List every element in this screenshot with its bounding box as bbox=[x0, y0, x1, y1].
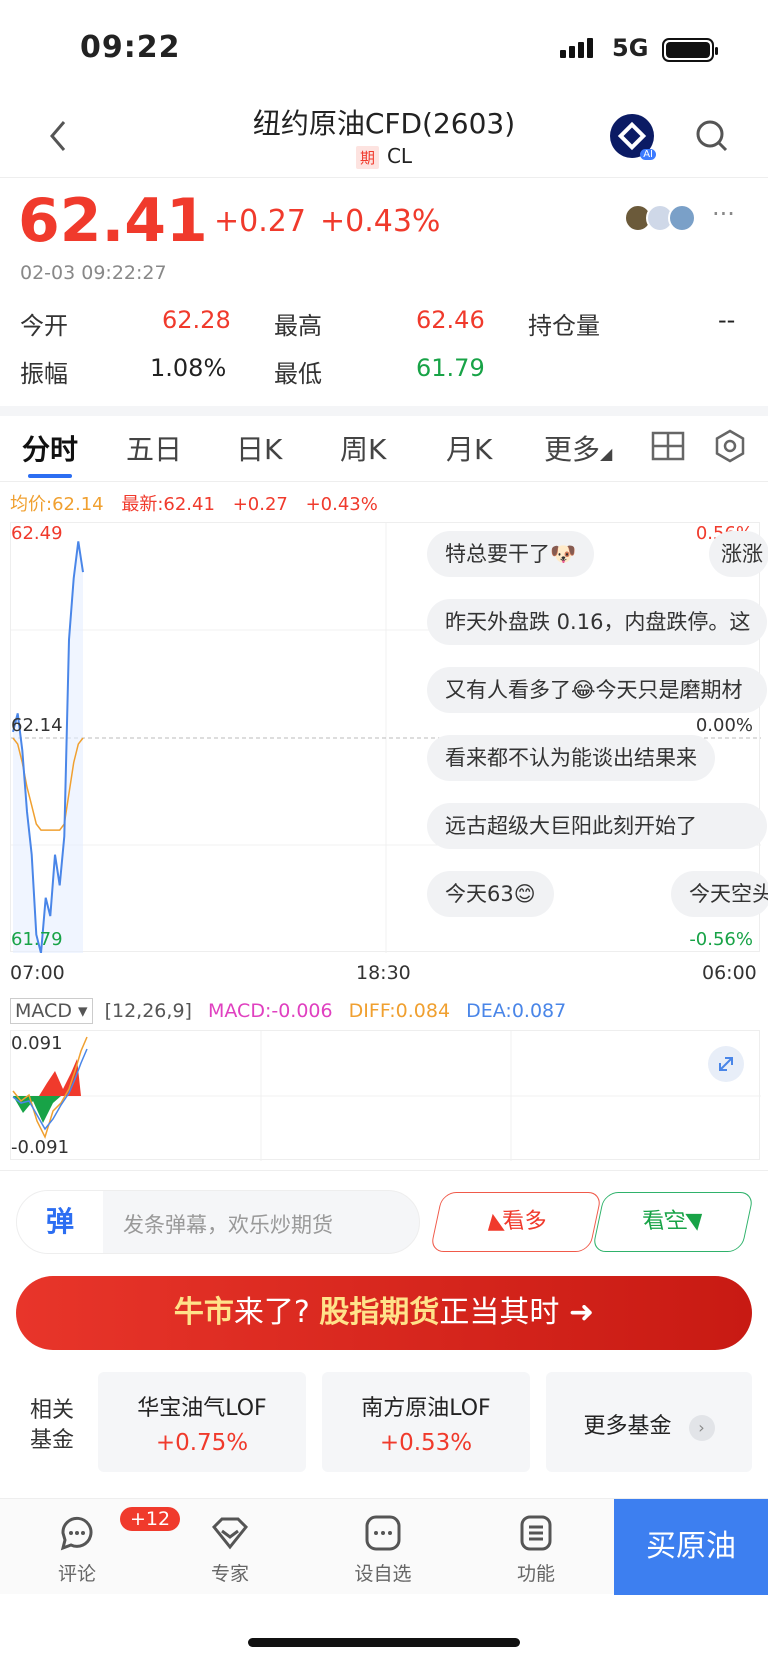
grid-layout-icon[interactable] bbox=[650, 428, 686, 464]
ai-badge: AI bbox=[640, 149, 656, 160]
status-bar: 09:22 5G bbox=[0, 0, 768, 96]
more-icon[interactable]: ··· bbox=[712, 200, 735, 228]
danmaku-bubble[interactable]: 特总要干了🐶 bbox=[427, 531, 595, 577]
bearish-button[interactable]: 看空 ▼ bbox=[591, 1192, 755, 1252]
y-axis-right-mid: 0.00% bbox=[695, 715, 753, 736]
diamond-icon bbox=[211, 1517, 249, 1550]
macd-value: MACD:-0.006 bbox=[208, 1000, 333, 1022]
banner-bull: 牛市 bbox=[173, 1295, 234, 1330]
more-funds-button[interactable]: 更多基金 › bbox=[546, 1372, 752, 1472]
avatar bbox=[668, 204, 696, 232]
y-axis-mid: 62.14 bbox=[11, 715, 63, 736]
price-change-pct: +0.43% bbox=[320, 204, 441, 239]
tab-daily-k[interactable]: 日K bbox=[236, 428, 282, 468]
danmaku-bubble[interactable]: 远古超级大巨阳此刻开始了 bbox=[427, 803, 767, 849]
latest-price: 最新:62.41 bbox=[121, 494, 215, 515]
signal-icon bbox=[560, 38, 593, 58]
danmaku-bubble[interactable]: 涨涨 bbox=[709, 531, 768, 577]
bullish-button[interactable]: ▲ 看多 bbox=[429, 1192, 603, 1252]
danmaku-placeholder: 发条弹幕，欢乐炒期货 bbox=[123, 1213, 333, 1237]
follower-avatars[interactable] bbox=[624, 204, 696, 232]
related-funds-label: 相关 基金 bbox=[30, 1398, 75, 1453]
open-value: 62.28 bbox=[162, 306, 231, 334]
dea-value: DEA:0.087 bbox=[466, 1000, 567, 1022]
status-time: 09:22 bbox=[80, 30, 181, 65]
tab-monthly-k[interactable]: 月K bbox=[446, 428, 492, 468]
low-value: 61.79 bbox=[416, 354, 485, 382]
tab-indicator bbox=[28, 474, 72, 478]
price-change: +0.27 bbox=[214, 204, 306, 239]
bottom-tabbar: 评论 +12 专家 设自选 功能 买原油 bbox=[0, 1498, 768, 1595]
quote-timestamp: 02-03 09:22:27 bbox=[20, 262, 167, 284]
search-icon[interactable] bbox=[692, 116, 732, 156]
danmaku-bubble[interactable]: 今天空头 bbox=[671, 871, 768, 917]
high-value: 62.46 bbox=[416, 306, 485, 334]
add-watchlist-icon bbox=[365, 1515, 401, 1551]
latest-change: +0.27 bbox=[232, 494, 288, 515]
battery-icon bbox=[662, 38, 718, 62]
macd-header: MACD ▾ [12,26,9] MACD:-0.006 DIFF:0.084 … bbox=[10, 998, 566, 1024]
tab-five-day[interactable]: 五日 bbox=[126, 428, 182, 468]
x-axis-end: 06:00 bbox=[702, 962, 757, 984]
tab-weekly-k[interactable]: 周K bbox=[340, 428, 386, 468]
futures-tag: 期 bbox=[355, 146, 379, 169]
comment-badge: +12 bbox=[120, 1507, 181, 1531]
danmaku-bubble[interactable]: 今天63😊 bbox=[427, 871, 554, 917]
y-axis-min: 61.79 bbox=[11, 929, 63, 950]
macd-y-min: -0.091 bbox=[11, 1137, 70, 1158]
y-axis-right-min: -0.56% bbox=[689, 929, 753, 950]
tab-intraday[interactable]: 分时 bbox=[22, 428, 78, 468]
macd-params: [12,26,9] bbox=[104, 1000, 192, 1022]
avg-price: 均价:62.14 bbox=[10, 494, 104, 515]
danmaku-bubble[interactable]: 又有人看多了😂今天只是磨期材 bbox=[427, 667, 767, 713]
latest-change-pct: +0.43% bbox=[305, 494, 378, 515]
settings-icon[interactable] bbox=[712, 428, 748, 464]
function-icon bbox=[520, 1515, 552, 1551]
amplitude-value: 1.08% bbox=[150, 354, 227, 382]
network-label: 5G bbox=[612, 34, 649, 62]
related-funds: 相关 基金 华宝油气LOF +0.75% 南方原油LOF +0.53% 更多基金 … bbox=[0, 1372, 768, 1482]
banner-index-futures: 股指期货 bbox=[319, 1295, 440, 1330]
macd-chart[interactable]: 0.091 -0.091 bbox=[10, 1030, 761, 1161]
comment-tab[interactable]: 评论 +12 bbox=[32, 1507, 181, 1586]
macd-y-max: 0.091 bbox=[11, 1033, 63, 1054]
danmaku-icon: 弹 bbox=[17, 1191, 103, 1253]
diff-value: DIFF:0.084 bbox=[348, 1000, 451, 1022]
comment-icon bbox=[60, 1516, 93, 1551]
function-tab[interactable]: 功能 bbox=[491, 1513, 581, 1586]
promo-banner[interactable]: 牛市来了? 股指期货正当其时 ➜ bbox=[16, 1276, 752, 1350]
buy-oil-button[interactable]: 买原油 bbox=[614, 1499, 768, 1595]
chevron-right-icon: › bbox=[688, 1415, 715, 1441]
danmaku-bubble[interactable]: 看来都不认为能谈出结果来 bbox=[427, 735, 715, 781]
nav-bar: 纽约原油CFD(2603) 期 CL AI bbox=[0, 96, 768, 178]
indicator-select[interactable]: MACD ▾ bbox=[10, 998, 93, 1024]
open-label: 今开 bbox=[20, 312, 68, 340]
danmaku-input[interactable]: 弹 发条弹幕，欢乐炒期货 bbox=[16, 1190, 420, 1254]
home-indicator bbox=[248, 1638, 520, 1647]
watchlist-tab[interactable]: 设自选 bbox=[338, 1513, 428, 1586]
x-axis-start: 07:00 bbox=[10, 962, 65, 984]
ai-assistant-button[interactable]: AI bbox=[610, 114, 656, 160]
low-label: 最低 bbox=[274, 360, 322, 388]
amplitude-label: 振幅 bbox=[20, 360, 68, 388]
tab-more[interactable]: 更多◢ bbox=[544, 428, 612, 468]
macd-chart-svg bbox=[11, 1031, 761, 1161]
divider bbox=[0, 406, 768, 416]
open-interest-label: 持仓量 bbox=[528, 312, 600, 340]
intraday-chart[interactable]: 62.49 62.14 61.79 0.56% 0.00% -0.56% 特总要… bbox=[10, 522, 768, 953]
fund-card[interactable]: 华宝油气LOF +0.75% bbox=[98, 1372, 306, 1472]
expert-tab[interactable]: 专家 bbox=[185, 1513, 275, 1586]
danmaku-bubble[interactable]: 昨天外盘跌 0.16，内盘跌停。这 bbox=[427, 599, 767, 645]
macd-histogram-pos bbox=[39, 1059, 81, 1096]
x-axis-mid: 18:30 bbox=[356, 962, 411, 984]
last-price: 62.41 bbox=[18, 186, 208, 256]
fund-card[interactable]: 南方原油LOF +0.53% bbox=[322, 1372, 530, 1472]
y-axis-max: 62.49 bbox=[11, 523, 63, 544]
open-interest-value: -- bbox=[718, 306, 736, 334]
high-label: 最高 bbox=[274, 312, 322, 340]
period-tabs: 分时 五日 日K 周K 月K 更多◢ bbox=[0, 416, 768, 482]
fullscreen-icon[interactable] bbox=[707, 1045, 745, 1083]
divider bbox=[0, 1170, 768, 1171]
chart-info: 均价:62.14 最新:62.41 +0.27 +0.43% bbox=[10, 490, 378, 516]
